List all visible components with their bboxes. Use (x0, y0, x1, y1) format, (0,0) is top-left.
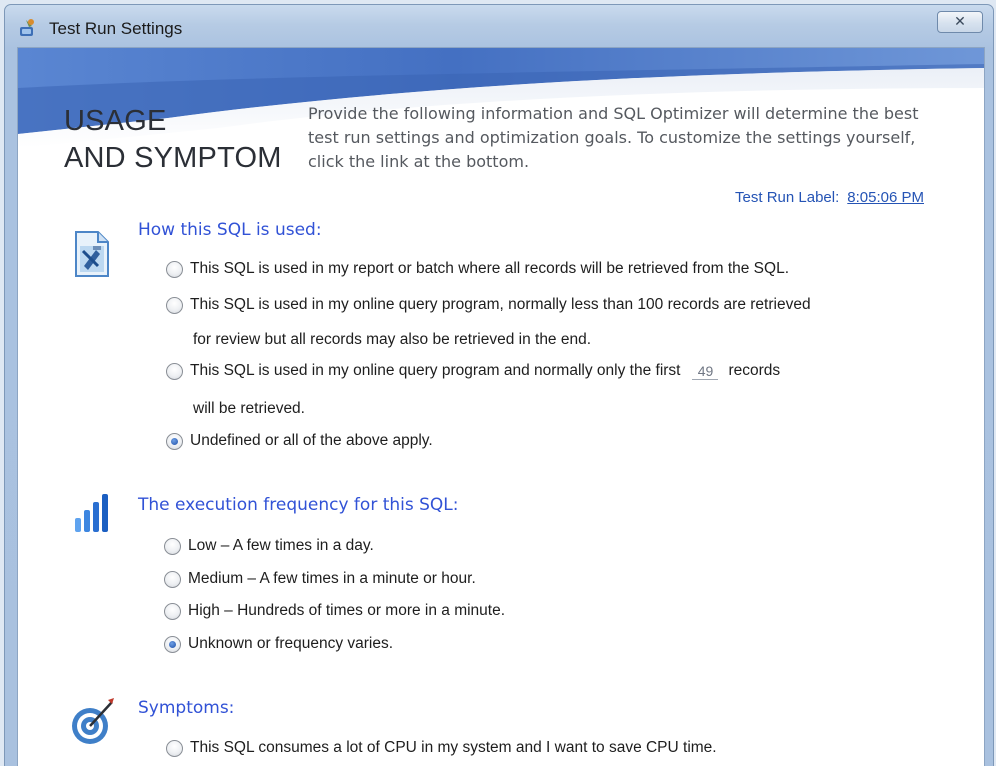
radio-button-selected[interactable] (164, 635, 181, 653)
dialog-content: USAGE AND SYMPTOM Provide the following … (17, 47, 985, 766)
symptom-option-cpu[interactable]: This SQL consumes a lot of CPU in my sys… (166, 739, 717, 757)
option-label: High – Hundreds of times or more in a mi… (188, 602, 506, 619)
intro-text: Provide the following information and SQ… (308, 104, 919, 171)
option-label-continued: will be retrieved. (193, 400, 305, 417)
option-label: Undefined or all of the above apply. (190, 432, 433, 449)
option-label: Medium – A few times in a minute or hour… (188, 570, 476, 587)
run-label-link[interactable]: 8:05:06 PM (847, 189, 924, 206)
target-icon (72, 698, 114, 744)
usage-option-online-100[interactable]: This SQL is used in my online query prog… (166, 296, 811, 314)
symptoms-section-title: Symptoms: (138, 698, 235, 718)
records-count-input[interactable]: 49 (692, 363, 719, 380)
heading-line-1: USAGE (64, 105, 167, 137)
usage-option-first-records[interactable]: This SQL is used in my online query prog… (166, 362, 780, 380)
title-bar[interactable]: Test Run Settings ✕ (5, 5, 993, 47)
close-button[interactable]: ✕ (937, 11, 983, 33)
test-run-label: Test Run Label: 8:05:06 PM (735, 189, 924, 206)
radio-button[interactable] (164, 537, 181, 555)
close-icon: ✕ (954, 14, 966, 30)
frequency-option-high[interactable]: High – Hundreds of times or more in a mi… (164, 602, 505, 620)
radio-button[interactable] (166, 739, 183, 757)
option-label: Unknown or frequency varies. (188, 635, 394, 652)
heading-line-2: AND SYMPTOM (64, 142, 282, 174)
frequency-option-medium[interactable]: Medium – A few times in a minute or hour… (164, 570, 476, 588)
run-label-caption: Test Run Label: (735, 189, 840, 206)
option-label-suffix: records (728, 362, 781, 379)
radio-button[interactable] (164, 570, 181, 588)
radio-button[interactable] (166, 296, 183, 314)
report-icon (75, 231, 109, 277)
window-title: Test Run Settings (49, 19, 183, 38)
radio-button[interactable] (166, 260, 183, 278)
frequency-option-unknown[interactable]: Unknown or frequency varies. (164, 635, 393, 653)
radio-button-selected[interactable] (166, 432, 183, 450)
option-label: This SQL consumes a lot of CPU in my sys… (190, 739, 717, 756)
usage-option-report[interactable]: This SQL is used in my report or batch w… (166, 260, 789, 278)
option-label: This SQL is used in my online query prog… (190, 362, 681, 379)
frequency-option-low[interactable]: Low – A few times in a day. (164, 537, 374, 555)
usage-section-title: How this SQL is used: (138, 220, 322, 240)
dialog-window: Test Run Settings ✕ USAGE AND SYMPTOM Pr… (4, 4, 994, 766)
option-label-continued: for review but all records may also be r… (193, 331, 592, 348)
option-label: Low – A few times in a day. (188, 537, 374, 554)
radio-button[interactable] (164, 602, 181, 620)
app-icon (20, 19, 34, 36)
page-heading: USAGE AND SYMPTOM (64, 103, 282, 177)
option-label: This SQL is used in my report or batch w… (190, 260, 789, 277)
usage-option-undefined[interactable]: Undefined or all of the above apply. (166, 432, 433, 450)
signal-bars-icon (75, 494, 108, 532)
option-label: This SQL is used in my online query prog… (190, 296, 811, 313)
frequency-section-title: The execution frequency for this SQL: (138, 495, 459, 515)
radio-button[interactable] (166, 362, 183, 380)
